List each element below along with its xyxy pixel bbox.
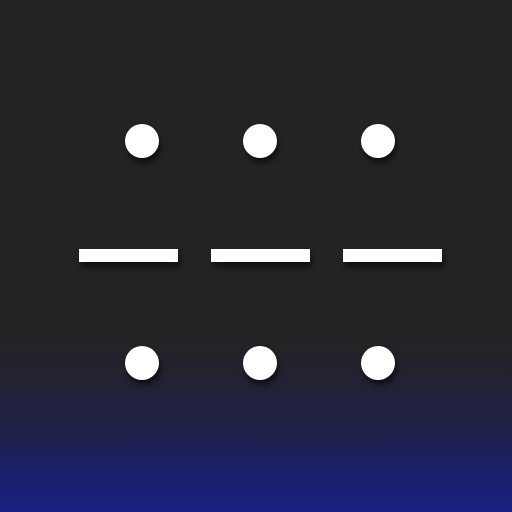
app-icon [0,0,512,512]
dash-icon [343,249,442,262]
dot-icon [361,124,395,158]
dot-icon [125,124,159,158]
dot-icon [361,346,395,380]
dash-icon [211,249,310,262]
dot-icon [243,124,277,158]
dot-icon [243,346,277,380]
dash-icon [79,249,178,262]
dot-icon [125,346,159,380]
